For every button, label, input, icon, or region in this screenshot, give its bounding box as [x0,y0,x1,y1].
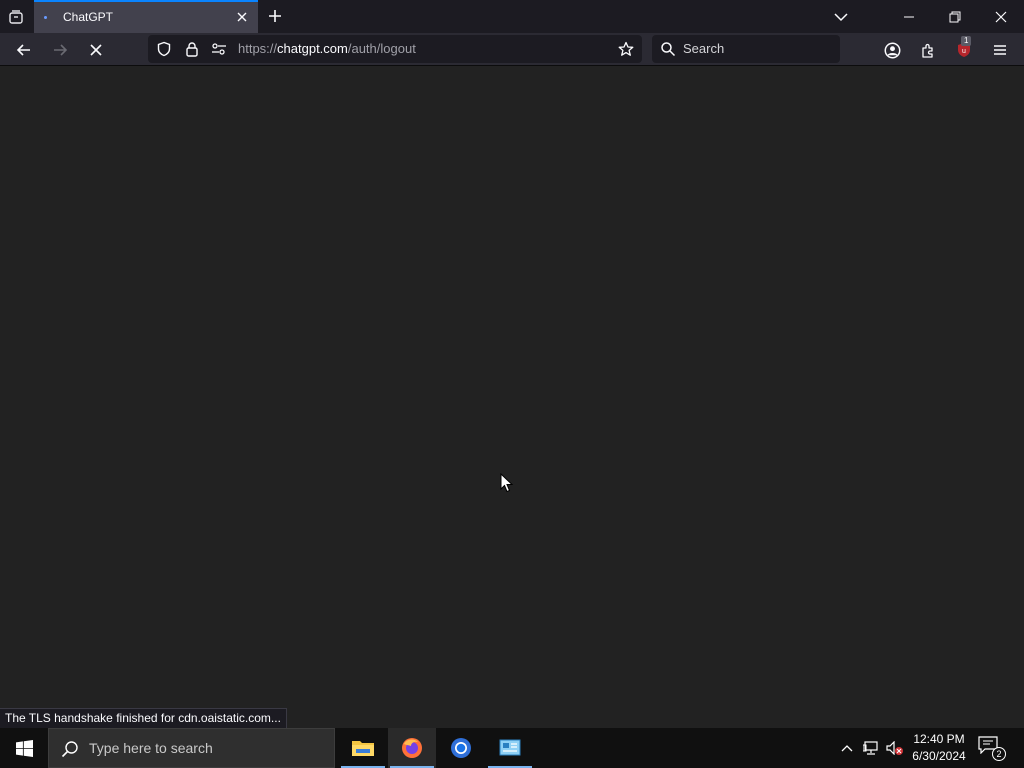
url-path: /auth/logout [347,41,416,56]
search-icon [661,42,676,57]
chevron-up-icon [841,745,853,752]
control-panel-icon [499,739,521,756]
ublock-count-badge: 1 [961,36,972,46]
url-domain: chatgpt.com [277,41,348,56]
tab-list-button[interactable] [3,4,29,30]
taskbar-search-box[interactable]: Type here to search [48,728,335,768]
restore-button[interactable] [932,0,978,33]
windows-logo-icon [15,739,33,757]
stop-loading-button[interactable] [82,36,110,64]
network-icon [863,741,878,755]
back-button[interactable] [10,36,38,64]
tab-overview-icon [9,10,23,24]
volume-tray-button[interactable] [885,738,905,758]
shield-icon [157,41,171,57]
folder-icon [352,741,374,756]
arrow-right-icon [54,44,68,56]
search-bar[interactable]: Search [652,35,840,63]
forward-button[interactable] [46,36,74,64]
action-center-button[interactable]: 2 [978,736,1008,762]
address-bar[interactable]: https://chatgpt.com/auth/logout [148,35,642,63]
tab-title: ChatGPT [63,10,114,24]
search-icon [61,741,78,758]
chevron-down-icon [834,12,848,21]
tab-strip: ChatGPT [0,0,1024,33]
minimize-button[interactable] [886,0,932,33]
status-panel: The TLS handshake finished for cdn.oaist… [0,708,287,728]
show-hidden-icons-button[interactable] [837,738,857,758]
puzzle-icon [922,43,933,58]
star-icon [618,41,634,56]
permissions-icon [212,43,226,55]
taskbar-control-panel[interactable] [486,728,534,768]
notification-count-badge: 2 [992,747,1006,761]
app-menu-button[interactable] [986,36,1014,64]
taskbar-firefox[interactable] [388,728,436,768]
lock-icon [186,42,198,57]
firefox-icon [402,738,422,758]
tab-chatgpt[interactable]: ChatGPT [34,0,258,33]
close-window-button[interactable] [978,0,1024,33]
clock-time: 12:40 PM [913,732,965,746]
account-icon [884,42,900,58]
windows-taskbar: Type here to search 12:40 PM 6/30/2024 2 [0,728,1024,768]
list-all-tabs-button[interactable] [818,0,864,33]
url-text[interactable]: https://chatgpt.com/auth/logout [238,41,416,56]
network-tray-button[interactable] [861,738,881,758]
loading-favicon-icon [44,16,47,19]
extensions-button[interactable] [914,36,942,64]
tab-close-button[interactable] [234,9,250,25]
arrow-left-icon [16,44,30,56]
taskbar-search-placeholder: Type here to search [89,740,213,756]
close-icon [237,12,247,22]
url-scheme: https:// [238,41,278,56]
taskbar-file-explorer[interactable] [339,728,387,768]
system-clock[interactable]: 12:40 PM 6/30/2024 [906,731,972,765]
stop-icon [90,44,102,56]
account-button[interactable] [878,36,906,64]
chrome-icon [451,738,471,758]
site-security-button[interactable] [184,41,200,57]
volume-muted-icon [886,741,903,755]
start-button[interactable] [0,728,48,768]
svg-text:u: u [962,48,966,55]
navigation-toolbar: https://chatgpt.com/auth/logout Search u [0,33,1024,66]
close-icon [995,11,1007,22]
search-placeholder: Search [683,41,725,56]
new-tab-button[interactable] [263,4,287,28]
hamburger-menu-icon [994,45,1006,55]
restore-icon [949,11,961,22]
site-permissions-button[interactable] [211,41,227,57]
minimize-icon [904,16,914,17]
plus-icon [269,10,281,22]
bookmark-button[interactable] [618,41,634,57]
browser-window: ChatGPT https://chatgpt.com/auth/logout … [0,0,1024,728]
tracking-protection-button[interactable] [156,41,172,57]
taskbar-chrome[interactable] [437,728,485,768]
mouse-cursor-icon [500,473,514,493]
clock-date: 6/30/2024 [912,749,966,763]
